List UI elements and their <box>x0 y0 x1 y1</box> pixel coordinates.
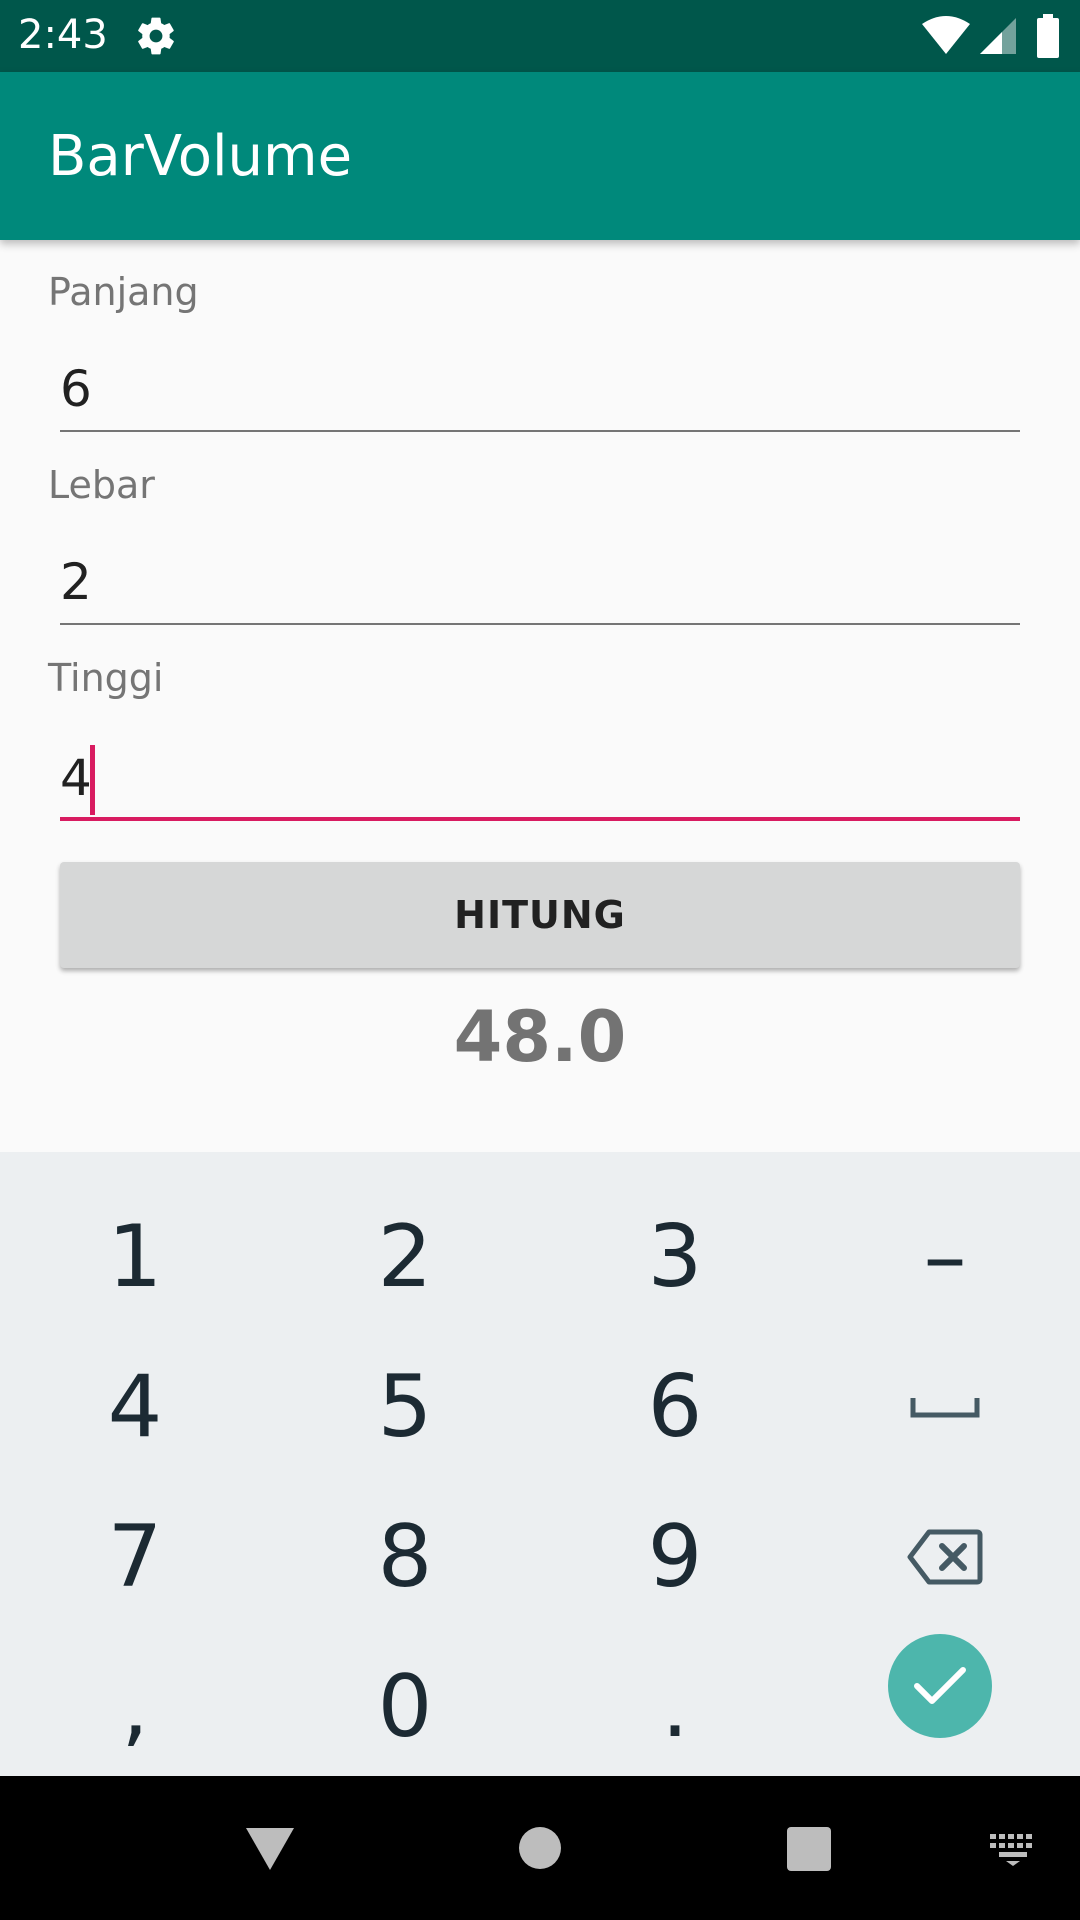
key-8[interactable]: 8 <box>270 1482 540 1632</box>
app-bar: BarVolume <box>0 72 1080 240</box>
tinggi-underline <box>60 817 1020 821</box>
panjang-underline <box>60 430 1020 432</box>
lebar-label: Lebar <box>48 463 155 507</box>
key-space[interactable] <box>810 1332 1080 1482</box>
lebar-underline <box>60 623 1020 625</box>
panjang-label: Panjang <box>48 270 199 314</box>
key-backspace[interactable] <box>810 1482 1080 1632</box>
key-2[interactable]: 2 <box>270 1182 540 1332</box>
signal-icon <box>980 18 1016 54</box>
gear-icon <box>138 17 174 55</box>
key-period[interactable]: . <box>540 1632 810 1782</box>
status-time: 2:43 <box>18 12 108 58</box>
key-comma[interactable]: , <box>0 1632 270 1782</box>
panjang-value: 6 <box>60 360 92 418</box>
keyboard-switch-icon[interactable] <box>988 1832 1038 1866</box>
lebar-input[interactable]: 2 <box>60 541 1020 625</box>
wifi-icon <box>922 16 970 54</box>
key-minus[interactable]: – <box>810 1182 1080 1332</box>
key-7[interactable]: 7 <box>0 1482 270 1632</box>
result-text: 48.0 <box>453 996 627 1078</box>
key-6[interactable]: 6 <box>540 1332 810 1482</box>
key-0[interactable]: 0 <box>270 1632 540 1782</box>
done-button[interactable] <box>888 1634 992 1738</box>
back-icon[interactable] <box>244 1826 296 1872</box>
key-9[interactable]: 9 <box>540 1482 810 1632</box>
key-3[interactable]: 3 <box>540 1182 810 1332</box>
text-cursor <box>90 745 95 815</box>
done-check-icon <box>914 1667 966 1704</box>
key-5[interactable]: 5 <box>270 1332 540 1482</box>
numeric-keyboard: 1 2 3 – 4 5 6 7 8 9 , 0 . <box>0 1152 1080 1776</box>
backspace-icon <box>907 1529 983 1585</box>
home-icon[interactable] <box>518 1826 562 1870</box>
hitung-button[interactable]: HITUNG <box>60 862 1020 968</box>
recents-icon[interactable] <box>786 1826 832 1872</box>
battery-icon <box>1037 14 1059 58</box>
tinggi-input[interactable]: 4 <box>60 737 1020 821</box>
status-bar: 2:43 <box>0 0 1080 72</box>
space-icon <box>910 1398 980 1418</box>
key-4[interactable]: 4 <box>0 1332 270 1482</box>
tinggi-value: 4 <box>60 749 92 807</box>
navigation-bar <box>0 1776 1080 1920</box>
panjang-input[interactable]: 6 <box>60 348 1020 432</box>
lebar-value: 2 <box>60 553 92 611</box>
tinggi-label: Tinggi <box>48 656 164 700</box>
key-1[interactable]: 1 <box>0 1182 270 1332</box>
app-title: BarVolume <box>48 124 353 189</box>
